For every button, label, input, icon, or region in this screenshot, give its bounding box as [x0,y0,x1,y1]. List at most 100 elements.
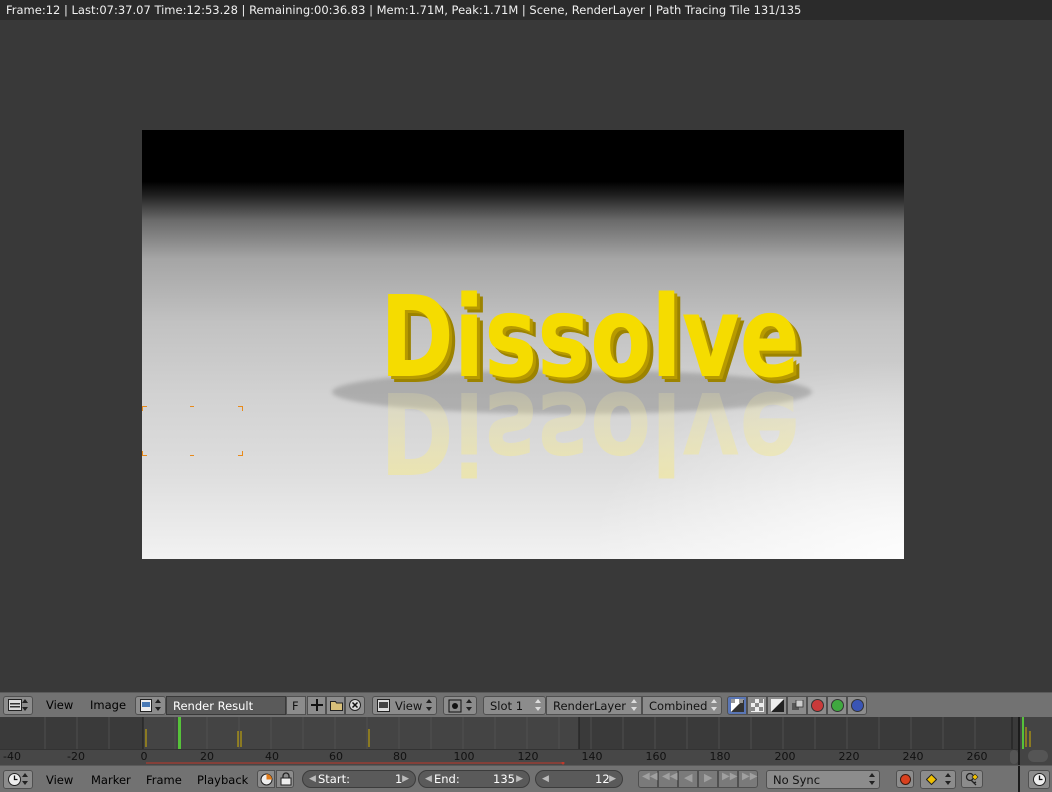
blue-channel-icon [851,699,864,712]
unlink-image-button[interactable] [345,696,365,715]
keying-set-icon [965,772,979,786]
start-frame-field[interactable]: ◀ Start: 1 ▶ [302,770,416,788]
crosshair-icon [448,699,462,713]
image-name-field[interactable]: Render Result [166,696,286,715]
image-browse-icon [140,699,152,712]
render-layer-dropdown[interactable]: RenderLayer [546,696,642,715]
keying-set-dropdown[interactable] [920,770,956,789]
menu-marker[interactable]: Marker [91,773,131,787]
jump-end-icon: ▶▶ [742,771,758,782]
zbuffer-icon [771,699,784,712]
lock-range-toggle[interactable] [276,770,294,788]
record-button[interactable] [896,770,914,788]
folder-icon [330,701,343,711]
timeline-keyframe-strip[interactable] [0,717,1018,749]
sync-mode-dropdown[interactable]: No Sync [766,770,880,789]
current-frame-field[interactable]: ◀ 12 ▶ [535,770,623,788]
side-editor-type-button[interactable] [1028,770,1050,789]
timeline-area[interactable]: -40 -20 0 20 40 60 80 100 120 140 160 18… [0,717,1018,766]
keying-set-button[interactable] [961,770,983,788]
pivot-dropdown[interactable] [443,696,477,715]
ruler-label: 200 [774,750,796,763]
current-frame-indicator [178,717,181,749]
preview-range-toggle[interactable] [257,770,275,788]
end-frame-field[interactable]: ◀ End: 135 ▶ [418,770,530,788]
play-reverse-icon: ◀ [684,771,693,784]
jump-start-icon: ◀◀ [642,771,658,782]
timeline-ruler[interactable] [0,749,1018,766]
new-image-button[interactable] [307,696,326,715]
red-channel-toggle[interactable] [807,696,827,715]
render-info-bar: Frame:12 | Last:07:37.07 Time:12:53.28 |… [0,0,1052,20]
render-result-image: Dissolve Dissolve Dissolve Dissolve [142,130,904,559]
green-channel-icon [831,699,844,712]
render-pass-dropdown[interactable]: Combined [642,696,722,715]
ruler-label: 40 [265,750,279,763]
dissolve-text: Dissolve [380,273,800,403]
tile-marker [238,406,243,411]
red-channel-icon [811,699,824,712]
render-info-text: Frame:12 | Last:07:37.07 Time:12:53.28 |… [6,3,802,17]
ruler-label: 100 [453,750,475,763]
timeline-editor-type-button[interactable] [3,770,33,789]
ruler-label: 140 [581,750,603,763]
jump-end-button[interactable]: ▶▶ [738,770,758,788]
tile-marker [190,406,194,411]
composite-toggle[interactable] [787,696,807,715]
image-editor-icon [8,699,22,711]
ruler-label: 180 [709,750,731,763]
ruler-label: 240 [902,750,924,763]
jump-keyframe-forward-icon: ▶▶ [722,771,738,782]
preview-range-icon [260,773,273,786]
view-mode-icon [377,699,390,712]
slot-dropdown[interactable]: Slot 1 [483,696,546,715]
timeline-header: View Marker Frame Playback ◀ Start: 1 ▶ … [0,765,1052,792]
dissolve-3d-text: Dissolve Dissolve Dissolve Dissolve [332,273,812,496]
ruler-label: 0 [140,750,148,763]
alpha-toggle[interactable] [747,696,767,715]
ruler-label: 260 [966,750,988,763]
ruler-label: 80 [393,750,407,763]
rgb-alpha-toggle[interactable] [727,696,747,715]
fake-user-button[interactable]: F [286,696,306,715]
zbuffer-toggle[interactable] [767,696,787,715]
open-image-button[interactable] [326,696,345,715]
timeline-side-area[interactable] [1018,717,1052,765]
rgb-alpha-icon [731,699,744,712]
record-icon [900,774,911,785]
ruler-label: 120 [517,750,539,763]
menu-image[interactable]: Image [90,698,126,712]
jump-keyframe-forward-button[interactable]: ▶▶ [718,770,738,788]
playback-controls: ◀◀ ◀◀ ◀ ▶ ▶▶ ▶▶ [638,770,760,788]
play-reverse-button[interactable]: ◀ [678,770,698,788]
menu-playback[interactable]: Playback [197,773,248,787]
area-divider [1018,766,1020,792]
tile-marker [142,451,147,456]
jump-keyframe-back-icon: ◀◀ [662,771,678,782]
keyframe-icon [926,774,937,785]
lock-icon [280,772,292,786]
tile-marker [238,451,243,456]
image-browse-button[interactable] [135,696,166,715]
timeline-scrollbar[interactable] [1010,750,1018,764]
menu-view[interactable]: View [46,698,73,712]
menu-view[interactable]: View [46,773,73,787]
ruler-label: -20 [67,750,85,763]
ruler-label: 220 [838,750,860,763]
jump-keyframe-back-button[interactable]: ◀◀ [658,770,678,788]
view-mode-dropdown[interactable]: View [372,696,437,715]
timeline-icon [1033,773,1046,786]
alpha-checker-icon [751,699,764,712]
composite-icon [792,700,804,710]
image-editor-header: View Image Render Result F View Slot 1 R… [0,692,1052,718]
blue-channel-toggle[interactable] [847,696,867,715]
menu-frame[interactable]: Frame [146,773,182,787]
tile-marker [190,451,194,456]
plus-icon [311,699,323,711]
ruler-label: 60 [329,750,343,763]
jump-start-button[interactable]: ◀◀ [638,770,658,788]
play-button[interactable]: ▶ [698,770,718,788]
editor-type-button[interactable] [3,696,33,715]
green-channel-toggle[interactable] [827,696,847,715]
ruler-label: 20 [200,750,214,763]
